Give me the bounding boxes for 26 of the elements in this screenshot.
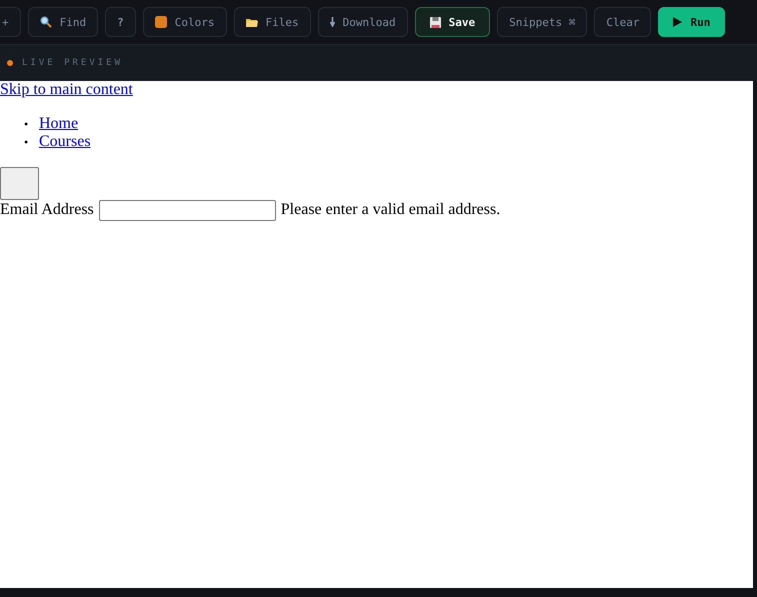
download-arrow-icon	[330, 17, 335, 27]
play-icon	[673, 17, 682, 27]
toolbar-button[interactable]: Snippets ⌘	[497, 7, 588, 37]
toolbar-button[interactable]: Find	[28, 7, 98, 37]
email-field[interactable]	[98, 200, 276, 221]
toolbar-button[interactable]: Download	[318, 7, 408, 37]
run-button[interactable]: Run	[658, 7, 726, 37]
toolbar-button[interactable]: Files	[234, 7, 311, 37]
status-dot	[7, 60, 13, 66]
toolbar-button[interactable]: +	[0, 7, 21, 37]
save-button[interactable]: Save	[414, 7, 490, 37]
empty-button[interactable]	[0, 167, 39, 200]
folder-icon	[246, 18, 258, 26]
toolbar-button[interactable]: ?	[105, 7, 136, 37]
error-message: Please enter a valid email address.	[280, 201, 500, 218]
toolbar-button[interactable]: Clear	[594, 7, 652, 37]
search-icon	[40, 16, 52, 28]
skip-link[interactable]: Skip to main content	[0, 81, 133, 98]
preview-title: LIVE PREVIEW	[22, 58, 124, 68]
nav-link[interactable]: Courses	[39, 133, 91, 151]
bullet: •	[24, 134, 30, 151]
nav-link[interactable]: Home	[39, 115, 78, 133]
square-icon	[154, 16, 167, 28]
email-label: Email Address	[0, 201, 94, 218]
toolbar-button[interactable]: Colors	[142, 7, 226, 37]
bullet: •	[24, 116, 30, 133]
